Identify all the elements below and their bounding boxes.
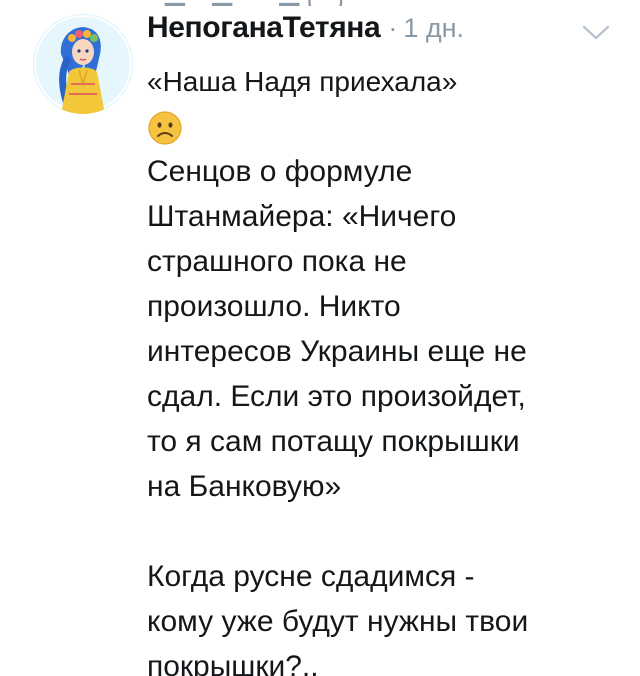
quote-line: сдал. Если это произойдет,	[147, 380, 526, 413]
quote-line: произошло. Никто	[147, 290, 401, 323]
tweet-time[interactable]: 1 дн.	[403, 8, 464, 48]
quote-line: на Банковую»	[147, 470, 342, 503]
quote-line: Сенцов о формуле	[147, 155, 413, 188]
reply-line: кому уже будут нужны твои	[147, 605, 529, 638]
sad-face-emoji	[147, 110, 183, 146]
quote-line: Штанмайера: «Ничего	[147, 200, 457, 233]
reply-line: Когда русне сдадимся -	[147, 560, 475, 593]
tweet-first-line: «Наша Надя приехала»	[147, 66, 458, 97]
avatar-illustration	[33, 14, 133, 114]
reply-line: покрышки?..	[147, 650, 319, 676]
tweet-body: Сенцов о формуле Штанмайера: «Ничего стр…	[147, 149, 617, 676]
tweet[interactable]: НепоганаТетяна · 1 дн. «Наша Надя приеха…	[0, 0, 640, 676]
quote-line: интересов Украины еще не	[147, 335, 527, 368]
tweet-header: НепоганаТетяна · 1 дн.	[147, 8, 617, 48]
quote-line: то я сам потащу покрышки	[147, 425, 520, 458]
meta-separator: ·	[388, 13, 398, 43]
quote-line: страшного пока не	[147, 245, 407, 278]
tweet-content: НепоганаТетяна · 1 дн. «Наша Надя приеха…	[147, 8, 617, 676]
avatar[interactable]	[33, 14, 133, 114]
author-name[interactable]: НепоганаТетяна	[147, 8, 381, 48]
sad-face-icon	[148, 111, 182, 145]
